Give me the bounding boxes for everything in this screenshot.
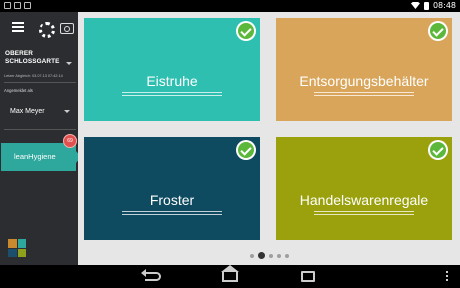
label-underline bbox=[314, 95, 414, 96]
tile-label: Froster bbox=[149, 192, 195, 208]
gear-icon[interactable] bbox=[38, 21, 55, 38]
list-icon[interactable] bbox=[12, 21, 24, 33]
home-icon[interactable] bbox=[221, 265, 239, 282]
page-dot-active[interactable] bbox=[257, 252, 265, 259]
chevron-down-icon[interactable] bbox=[66, 62, 72, 65]
last-sync: Letzer Abgleich: 03.07.13 07:42:14 bbox=[4, 74, 63, 78]
tile-eistruhe[interactable]: Eistruhe bbox=[84, 18, 260, 121]
module-item-leanhygiene[interactable]: leanHygiene bbox=[1, 143, 76, 171]
label-underline bbox=[122, 214, 222, 215]
label-underline bbox=[314, 214, 414, 215]
notification-icon bbox=[14, 2, 21, 9]
tile-label: Handelswarenregale bbox=[299, 192, 429, 208]
clock: 08:48 bbox=[432, 1, 456, 10]
sidebar-toolbar bbox=[0, 12, 78, 42]
notification-icon bbox=[4, 2, 11, 9]
logo-square bbox=[8, 248, 17, 257]
logo-square bbox=[17, 239, 26, 248]
page-dot[interactable] bbox=[276, 253, 281, 258]
logo-square bbox=[8, 239, 17, 248]
back-icon[interactable] bbox=[141, 269, 161, 281]
user-name[interactable]: Max Meyer bbox=[10, 108, 45, 115]
page-dot[interactable] bbox=[284, 253, 289, 258]
check-icon bbox=[428, 21, 448, 41]
logged-in-label: Angemeldet als bbox=[4, 88, 33, 93]
label-underline bbox=[314, 92, 414, 93]
chevron-down-icon[interactable] bbox=[64, 110, 70, 113]
tile-label: Eistruhe bbox=[146, 73, 198, 89]
check-icon bbox=[236, 21, 256, 41]
label-underline bbox=[314, 211, 414, 212]
page-indicator bbox=[78, 252, 460, 259]
check-icon bbox=[428, 140, 448, 160]
status-bar: 08:48 bbox=[0, 0, 460, 12]
location-name[interactable]: OBERER SCHLOSSGARTE bbox=[5, 50, 75, 66]
camera-icon[interactable] bbox=[60, 21, 74, 34]
page-dot[interactable] bbox=[249, 253, 254, 258]
label-underline bbox=[122, 95, 222, 96]
notification-icon bbox=[24, 2, 31, 9]
wifi-icon bbox=[410, 2, 420, 9]
navigation-bar bbox=[0, 265, 460, 288]
label-underline bbox=[122, 211, 222, 212]
page-dot[interactable] bbox=[268, 253, 273, 258]
check-icon bbox=[236, 140, 256, 160]
sidebar: OBERER SCHLOSSGARTE Letzer Abgleich: 03.… bbox=[0, 12, 81, 265]
recent-apps-icon[interactable] bbox=[301, 271, 315, 282]
label-underline bbox=[122, 92, 222, 93]
tile-handelswarenregale[interactable]: Handelswarenregale bbox=[276, 137, 452, 240]
logo-square bbox=[17, 248, 26, 257]
app-logo bbox=[8, 239, 26, 257]
divider bbox=[4, 82, 76, 83]
count-badge: 69 bbox=[63, 134, 77, 148]
tile-label: Entsorgungsbehälter bbox=[299, 73, 429, 89]
overflow-menu-icon[interactable] bbox=[446, 271, 448, 283]
tile-froster[interactable]: Froster bbox=[84, 137, 260, 240]
module-label: leanHygiene bbox=[14, 152, 56, 161]
divider bbox=[4, 129, 76, 130]
tile-entsorgungsbehaelter[interactable]: Entsorgungsbehälter bbox=[276, 18, 452, 121]
notification-icons bbox=[4, 2, 31, 9]
main-content: Eistruhe Entsorgungsbehälter Froster Han… bbox=[78, 12, 460, 265]
battery-icon bbox=[423, 1, 429, 10]
